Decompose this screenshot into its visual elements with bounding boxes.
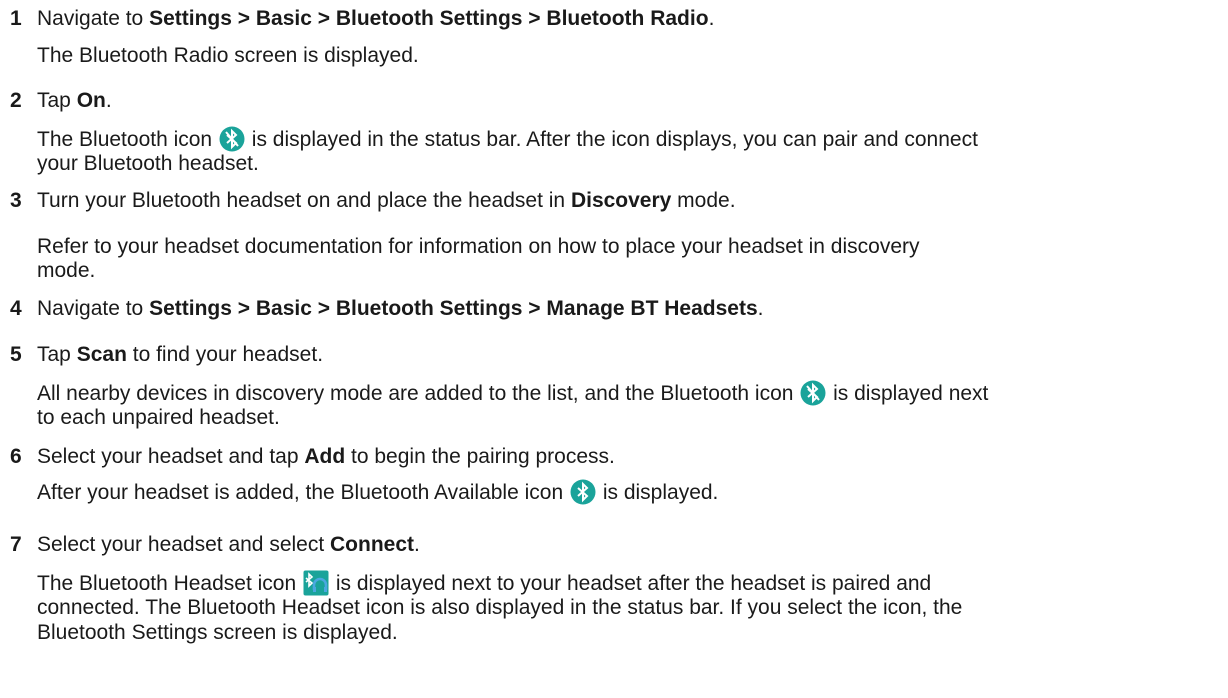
button-label: Connect — [330, 533, 415, 556]
result-text: is displayed next — [827, 382, 989, 405]
instruction-text: Navigate to — [37, 7, 150, 30]
result-text: Refer to your headset documentation for … — [37, 235, 920, 258]
instruction-text: to begin the pairing process. — [345, 445, 615, 468]
mode-name: Discovery — [570, 189, 672, 212]
instruction-text: . — [105, 89, 112, 112]
result-text: The Bluetooth Radio screen is displayed. — [37, 44, 419, 67]
result-text: to each unpaired headset. — [37, 406, 280, 429]
step-result: After your headset is added, the Bluetoo… — [37, 479, 718, 505]
instruction-text: Tap — [37, 89, 77, 112]
step-result: Refer to your headset documentation for … — [37, 234, 920, 259]
instruction-text: Tap — [37, 343, 77, 366]
step-result: to each unpaired headset. — [37, 405, 280, 430]
instruction-text: mode. — [671, 189, 736, 212]
result-text: Bluetooth Settings screen is displayed. — [37, 621, 398, 644]
step-instruction: Tap On. — [37, 88, 112, 113]
button-label: On — [76, 89, 106, 112]
step-instruction: Turn your Bluetooth headset on and place… — [37, 188, 736, 213]
step-instruction: Tap Scan to find your headset. — [37, 342, 323, 367]
bluetooth-off-icon — [800, 380, 826, 406]
bluetooth-off-icon — [219, 126, 245, 152]
result-text: After your headset is added, the Bluetoo… — [37, 481, 564, 504]
step-result: your Bluetooth headset. — [37, 151, 259, 176]
step-result: The Bluetooth icon is displayed in the s… — [37, 126, 978, 152]
menu-path: Settings > Basic > Bluetooth Settings > … — [149, 7, 709, 30]
instruction-text: Navigate to — [37, 297, 150, 320]
button-label: Scan — [76, 343, 127, 366]
result-text: connected. The Bluetooth Headset icon is… — [37, 596, 963, 619]
step-number: 4 — [10, 297, 22, 320]
instruction-text: . — [708, 7, 715, 30]
instruction-text: to find your headset. — [126, 343, 324, 366]
step-instruction: Select your headset and tap Add to begin… — [37, 444, 615, 469]
bluetooth-headset-icon — [303, 570, 329, 596]
step-result: connected. The Bluetooth Headset icon is… — [37, 595, 962, 620]
result-text: All nearby devices in discovery mode are… — [37, 382, 794, 405]
result-text: The Bluetooth Headset icon — [37, 572, 297, 595]
instruction-text: . — [757, 297, 764, 320]
step-result: The Bluetooth Radio screen is displayed. — [37, 43, 419, 68]
instruction-text: . — [414, 533, 420, 556]
step-result: Bluetooth Settings screen is displayed. — [37, 620, 398, 645]
step-instruction: Navigate to Settings > Basic > Bluetooth… — [37, 296, 763, 321]
bluetooth-available-icon — [570, 479, 596, 505]
step-number: 1 — [10, 7, 22, 30]
result-text: is displayed next to your headset after … — [330, 572, 932, 595]
result-text: is displayed in the status bar. After th… — [245, 128, 978, 151]
result-text: mode. — [37, 259, 96, 282]
button-label: Add — [304, 445, 346, 468]
instruction-text: Select your headset and tap — [37, 445, 305, 468]
result-text: The Bluetooth icon — [37, 128, 213, 151]
result-text: your Bluetooth headset. — [37, 152, 259, 175]
step-number: 6 — [10, 445, 22, 468]
step-number: 2 — [10, 89, 22, 112]
step-number: 7 — [10, 533, 22, 556]
menu-path: Settings > Basic > Bluetooth Settings > … — [149, 297, 758, 320]
result-text: is displayed. — [596, 481, 719, 504]
step-result: All nearby devices in discovery mode are… — [37, 380, 988, 406]
step-instruction: Select your headset and select Connect. — [37, 532, 420, 557]
step-number: 5 — [10, 343, 22, 366]
step-result: mode. — [37, 258, 95, 283]
step-instruction: Navigate to Settings > Basic > Bluetooth… — [37, 6, 714, 31]
step-number: 3 — [10, 189, 22, 212]
instruction-text: Select your headset and select — [37, 533, 331, 556]
step-result: The Bluetooth Headset icon is displayed … — [37, 570, 931, 596]
instruction-text: Turn your Bluetooth headset on and place… — [37, 189, 571, 212]
